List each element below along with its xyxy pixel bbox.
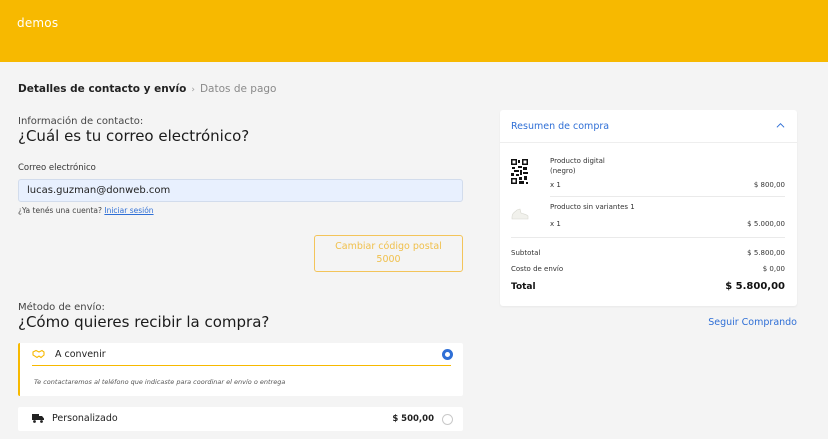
account-question-text: ¿Ya tenés una cuenta? — [18, 206, 102, 215]
handshake-icon — [32, 349, 45, 359]
breadcrumb-next: Datos de pago — [199, 83, 277, 95]
shipping-radio-unselected[interactable] — [442, 414, 453, 425]
item-price: $ 5.000,00 — [747, 220, 785, 228]
subtotal-label: Subtotal — [511, 249, 541, 257]
shoe-icon — [511, 208, 529, 220]
item-quantity: x 1 — [550, 220, 561, 228]
email-field[interactable] — [18, 179, 463, 202]
option-divider — [32, 365, 451, 366]
email-field-label: Correo electrónico — [18, 163, 96, 173]
subtotal-value: $ 5.800,00 — [747, 249, 785, 257]
shipping-cost-label: Costo de envío — [511, 265, 564, 273]
panel-divider — [500, 142, 797, 143]
item-variant: (negro) — [550, 167, 576, 175]
order-summary-panel: Resumen de compra Producto digital (negr… — [500, 110, 797, 306]
change-postal-code-label: Cambiar código postal — [335, 241, 442, 252]
total-value: $ 5.800,00 — [725, 281, 785, 292]
shipping-section-title: ¿Cómo quieres recibir la compra? — [18, 313, 270, 331]
top-header: demos — [0, 0, 828, 62]
order-summary-title: Resumen de compra — [511, 121, 610, 132]
breadcrumb-separator: › — [191, 85, 195, 95]
chevron-up-icon[interactable] — [776, 121, 785, 130]
shipping-option-name: Personalizado — [52, 413, 118, 424]
shipping-option-a-convenir[interactable]: A convenir Te contactaremos al teléfono … — [18, 343, 463, 396]
item-name: Producto digital (negro) — [550, 156, 605, 176]
item-name-line: Producto digital — [550, 157, 605, 165]
shipping-cost-value: $ 0,00 — [762, 265, 785, 273]
account-question: ¿Ya tenés una cuenta? Iniciar sesión — [18, 206, 154, 215]
item-price: $ 800,00 — [753, 181, 785, 189]
change-postal-code-button[interactable]: Cambiar código postal 5000 — [314, 235, 463, 272]
shipping-option-price: $ 500,00 — [392, 414, 434, 424]
qr-code-icon — [511, 159, 528, 184]
shipping-radio-selected[interactable] — [442, 349, 453, 360]
brand-logo[interactable]: demos — [17, 16, 58, 30]
item-divider — [550, 196, 785, 197]
shipping-option-note: Te contactaremos al teléfono que indicas… — [34, 378, 286, 386]
breadcrumb-current: Detalles de contacto y envío — [18, 83, 187, 95]
login-link[interactable]: Iniciar sesión — [104, 206, 153, 215]
totals-divider — [511, 237, 785, 238]
shipping-section-label: Método de envío: — [18, 302, 105, 313]
postal-code-value: 5000 — [376, 254, 401, 265]
contact-section-label: Información de contacto: — [18, 116, 144, 127]
breadcrumb: Detalles de contacto y envío › Datos de pa… — [18, 83, 276, 95]
shipping-option-name: A convenir — [55, 349, 106, 360]
shipping-option-personalizado[interactable]: Personalizado $ 500,00 — [18, 407, 463, 431]
truck-icon — [32, 414, 44, 423]
item-quantity: x 1 — [550, 181, 561, 189]
continue-shopping-link[interactable]: Seguir Comprando — [708, 317, 797, 328]
contact-section-title: ¿Cuál es tu correo electrónico? — [18, 127, 250, 145]
total-label: Total — [511, 282, 536, 292]
item-name: Producto sin variantes 1 — [550, 203, 635, 211]
